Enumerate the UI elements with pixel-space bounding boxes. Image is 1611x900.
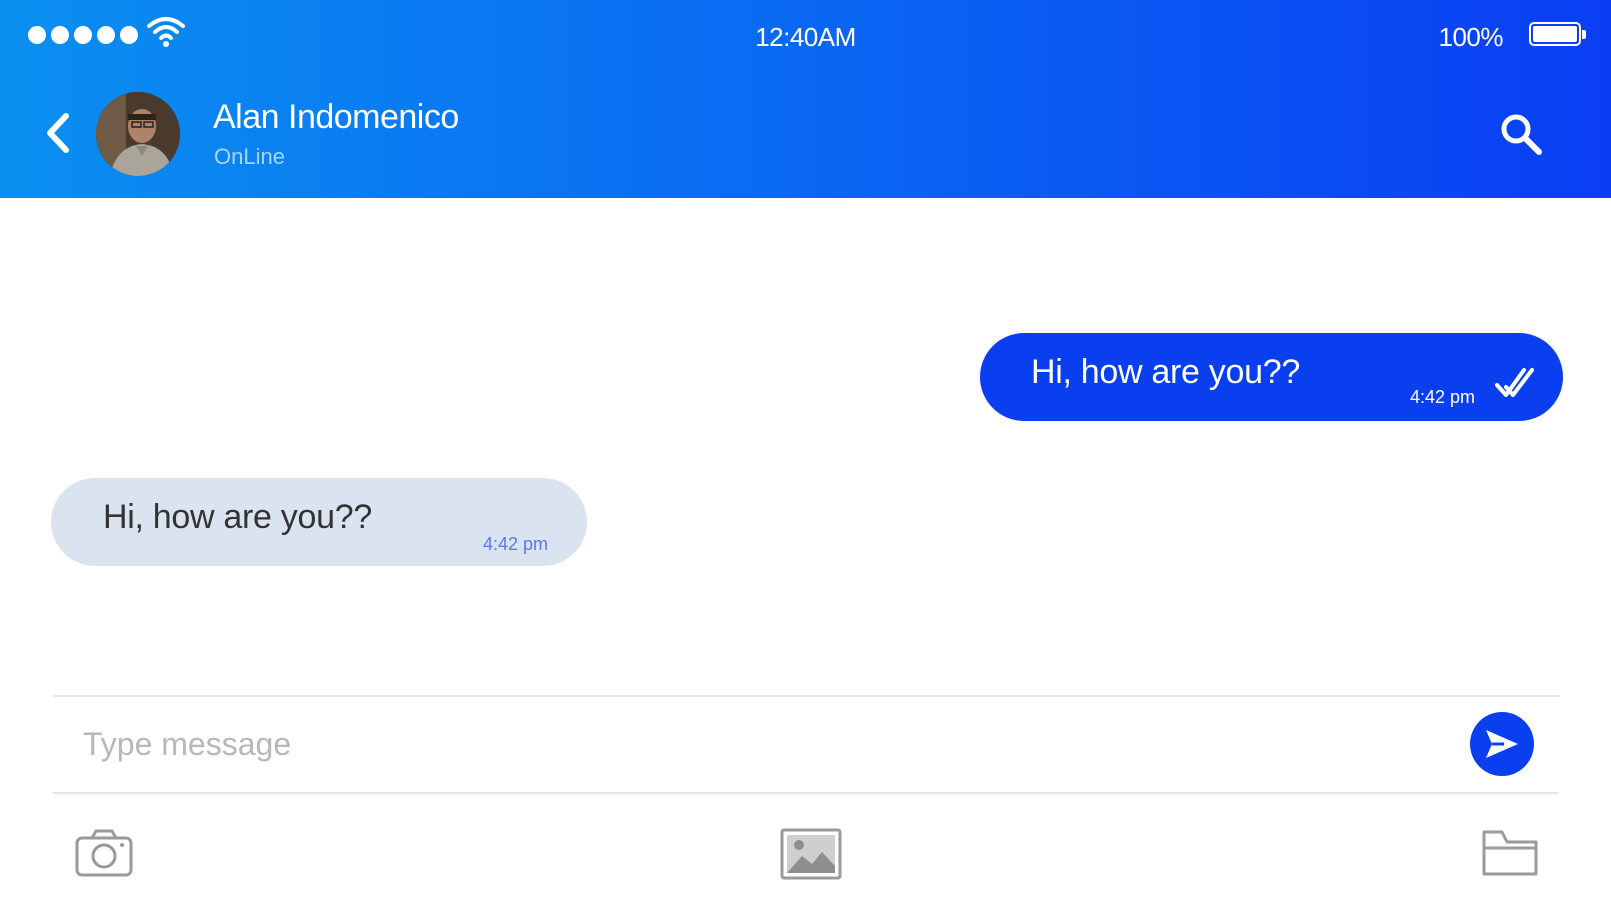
contact-status: OnLine <box>214 144 285 169</box>
incoming-message[interactable]: Hi, how are you?? 4:42 pm <box>51 478 587 566</box>
camera-icon[interactable] <box>74 828 134 878</box>
send-button[interactable] <box>1470 712 1534 776</box>
image-icon[interactable] <box>780 828 842 880</box>
composer-bottom-divider <box>53 792 1559 794</box>
battery-full-icon <box>1529 22 1586 46</box>
search-icon[interactable] <box>1497 110 1545 158</box>
avatar-photo <box>96 92 180 176</box>
outgoing-message[interactable]: Hi, how are you?? 4:42 pm <box>980 333 1563 421</box>
contact-name: Alan Indomenico <box>213 98 459 136</box>
folder-icon[interactable] <box>1481 828 1539 878</box>
composer-top-divider <box>53 695 1559 697</box>
message-text: Hi, how are you?? <box>103 498 372 536</box>
message-text: Hi, how are you?? <box>1031 353 1300 391</box>
message-input[interactable] <box>81 718 1405 770</box>
message-time: 4:42 pm <box>483 534 549 554</box>
message-time: 4:42 pm <box>1410 387 1476 407</box>
message-composer <box>53 698 1559 790</box>
status-bar: 12:40AM 100% <box>0 0 1611 70</box>
battery-percent: 100% <box>1438 22 1504 52</box>
status-time: 12:40AM <box>755 22 856 52</box>
send-icon <box>1486 730 1518 758</box>
chevron-left-icon[interactable] <box>38 108 78 158</box>
double-check-icon <box>1495 368 1534 397</box>
chat-header: 12:40AM 100% Alan Indomenico OnLine <box>0 0 1611 198</box>
avatar[interactable] <box>96 92 180 176</box>
